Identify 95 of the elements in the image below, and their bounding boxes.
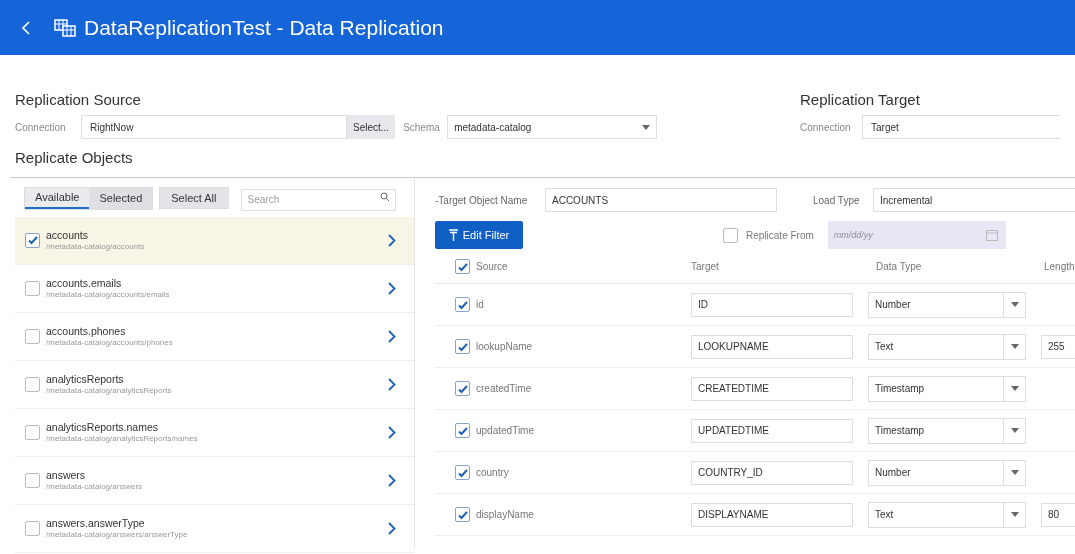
object-name: answers.answerType xyxy=(46,516,146,529)
column-name-field[interactable]: COUNTRY_ID xyxy=(691,460,853,485)
checkbox[interactable] xyxy=(455,339,470,354)
object-name: analyticsReports xyxy=(46,372,125,385)
source-field-name: country xyxy=(476,466,510,480)
section-title: Replicate Objects xyxy=(14,148,134,168)
select-button[interactable]: Select... xyxy=(347,115,396,139)
checkbox[interactable] xyxy=(25,520,40,536)
column-name-field[interactable]: DISPLAYNAME xyxy=(691,502,853,527)
dropdown-caret-icon xyxy=(1010,386,1019,391)
data-type-select[interactable]: Timestamp xyxy=(868,375,1026,402)
filter-icon xyxy=(448,229,458,241)
data-type-select[interactable]: Number xyxy=(868,291,1026,318)
object-name: accounts.phones xyxy=(46,324,127,337)
object-name: accounts.emails xyxy=(46,276,123,289)
checkbox[interactable] xyxy=(25,280,40,296)
field-label: Connection xyxy=(15,120,67,135)
chevron-right-icon xyxy=(388,233,396,247)
column-header: Data Type xyxy=(876,260,923,274)
object-path: /metadata-catalog/analyticsReports xyxy=(46,385,173,396)
chevron-right-icon xyxy=(388,473,396,487)
checkbox[interactable] xyxy=(455,297,470,312)
checkbox[interactable] xyxy=(455,381,470,396)
column-name-field[interactable]: LOOKUPNAME xyxy=(691,334,853,359)
column-header: Length xyxy=(1044,260,1075,274)
column-name-field[interactable]: ID xyxy=(691,292,853,317)
object-path: /metadata-catalog/answers/answerType xyxy=(46,529,189,540)
data-type-select[interactable]: Number xyxy=(868,459,1026,486)
page-title: DataReplicationTest - Data Replication xyxy=(84,14,444,41)
dropdown-caret-icon xyxy=(1010,470,1019,475)
object-path: /metadata-catalog/accounts xyxy=(46,240,146,252)
select-all-button[interactable]: Select All xyxy=(159,187,229,210)
source-field-name: displayName xyxy=(476,508,535,522)
section-title: Replication Source xyxy=(15,90,142,110)
column-header: Target xyxy=(691,260,720,274)
checkbox[interactable] xyxy=(455,423,470,438)
checkbox[interactable] xyxy=(25,424,40,440)
date-field[interactable]: mm/dd/yy xyxy=(827,221,1006,249)
object-name: answers xyxy=(46,468,87,481)
checkbox[interactable] xyxy=(25,472,40,488)
object-path: /metadata-catalog/accounts/emails xyxy=(46,288,171,300)
chevron-right-icon xyxy=(388,329,396,343)
object-path: /metadata-catalog/answers xyxy=(46,480,144,492)
checkbox[interactable] xyxy=(455,507,470,522)
connection-field[interactable]: RightNow xyxy=(81,115,347,139)
chevron-right-icon xyxy=(388,281,396,295)
dropdown-caret-icon xyxy=(1010,512,1019,517)
checkbox[interactable] xyxy=(25,376,40,392)
length-field[interactable]: 255 xyxy=(1041,334,1075,359)
table-icon xyxy=(54,18,76,37)
target-object-field[interactable]: ACCOUNTS xyxy=(545,188,777,212)
field-label: Load Type xyxy=(813,193,861,208)
field-label: Connection xyxy=(800,120,852,135)
field-label: -Target Object Name xyxy=(435,193,529,208)
schema-select[interactable]: metadata-catalog xyxy=(447,115,658,139)
dropdown-caret-icon xyxy=(1010,302,1019,307)
object-name: accounts xyxy=(46,228,90,241)
chevron-right-icon xyxy=(388,377,396,391)
source-field-name: lookupName xyxy=(476,340,534,354)
dropdown-caret-icon xyxy=(642,124,651,130)
source-field-name: id xyxy=(476,298,485,312)
object-path: /metadata-catalog/accounts/phones xyxy=(46,337,174,348)
back-icon[interactable] xyxy=(22,20,30,35)
checkbox[interactable] xyxy=(25,232,40,248)
search-field[interactable]: Search xyxy=(240,188,396,211)
tab[interactable]: Available xyxy=(25,187,90,209)
column-name-field[interactable]: UPDATEDTIME xyxy=(691,418,853,443)
data-type-select[interactable]: Timestamp xyxy=(868,417,1026,444)
column-header: Source xyxy=(476,260,509,274)
chevron-right-icon xyxy=(388,521,396,535)
load-type-select[interactable]: Incremental xyxy=(873,188,1075,212)
connection-field[interactable]: Target xyxy=(862,115,1060,139)
chevron-right-icon xyxy=(388,425,396,439)
data-type-select[interactable]: Text xyxy=(868,501,1026,528)
checkbox[interactable] xyxy=(455,259,470,274)
source-field-name: updatedTime xyxy=(476,424,535,438)
data-type-select[interactable]: Text xyxy=(868,333,1026,360)
checkbox[interactable] xyxy=(723,227,738,243)
tab[interactable]: Selected xyxy=(89,187,153,209)
column-name-field[interactable]: CREATEDTIME xyxy=(691,376,853,401)
length-field[interactable]: 80 xyxy=(1041,502,1075,527)
object-name: analyticsReports.names xyxy=(46,420,160,433)
checkbox[interactable] xyxy=(25,328,40,344)
dropdown-caret-icon xyxy=(1010,344,1019,349)
calendar-icon xyxy=(985,230,998,241)
checkbox[interactable] xyxy=(455,465,470,480)
object-path: /metadata-catalog/analyticsReports/names xyxy=(46,433,199,444)
object-list-item[interactable]: accounts /metadata-catalog/accounts xyxy=(15,216,414,265)
edit-filter-button[interactable]: Edit Filter xyxy=(435,221,523,249)
field-label: Replicate From xyxy=(746,228,814,243)
dropdown-caret-icon xyxy=(1010,428,1019,433)
source-field-name: createdTime xyxy=(476,382,533,396)
field-label: Schema xyxy=(403,120,441,135)
section-title: Replication Target xyxy=(800,90,921,110)
search-icon xyxy=(379,192,390,202)
